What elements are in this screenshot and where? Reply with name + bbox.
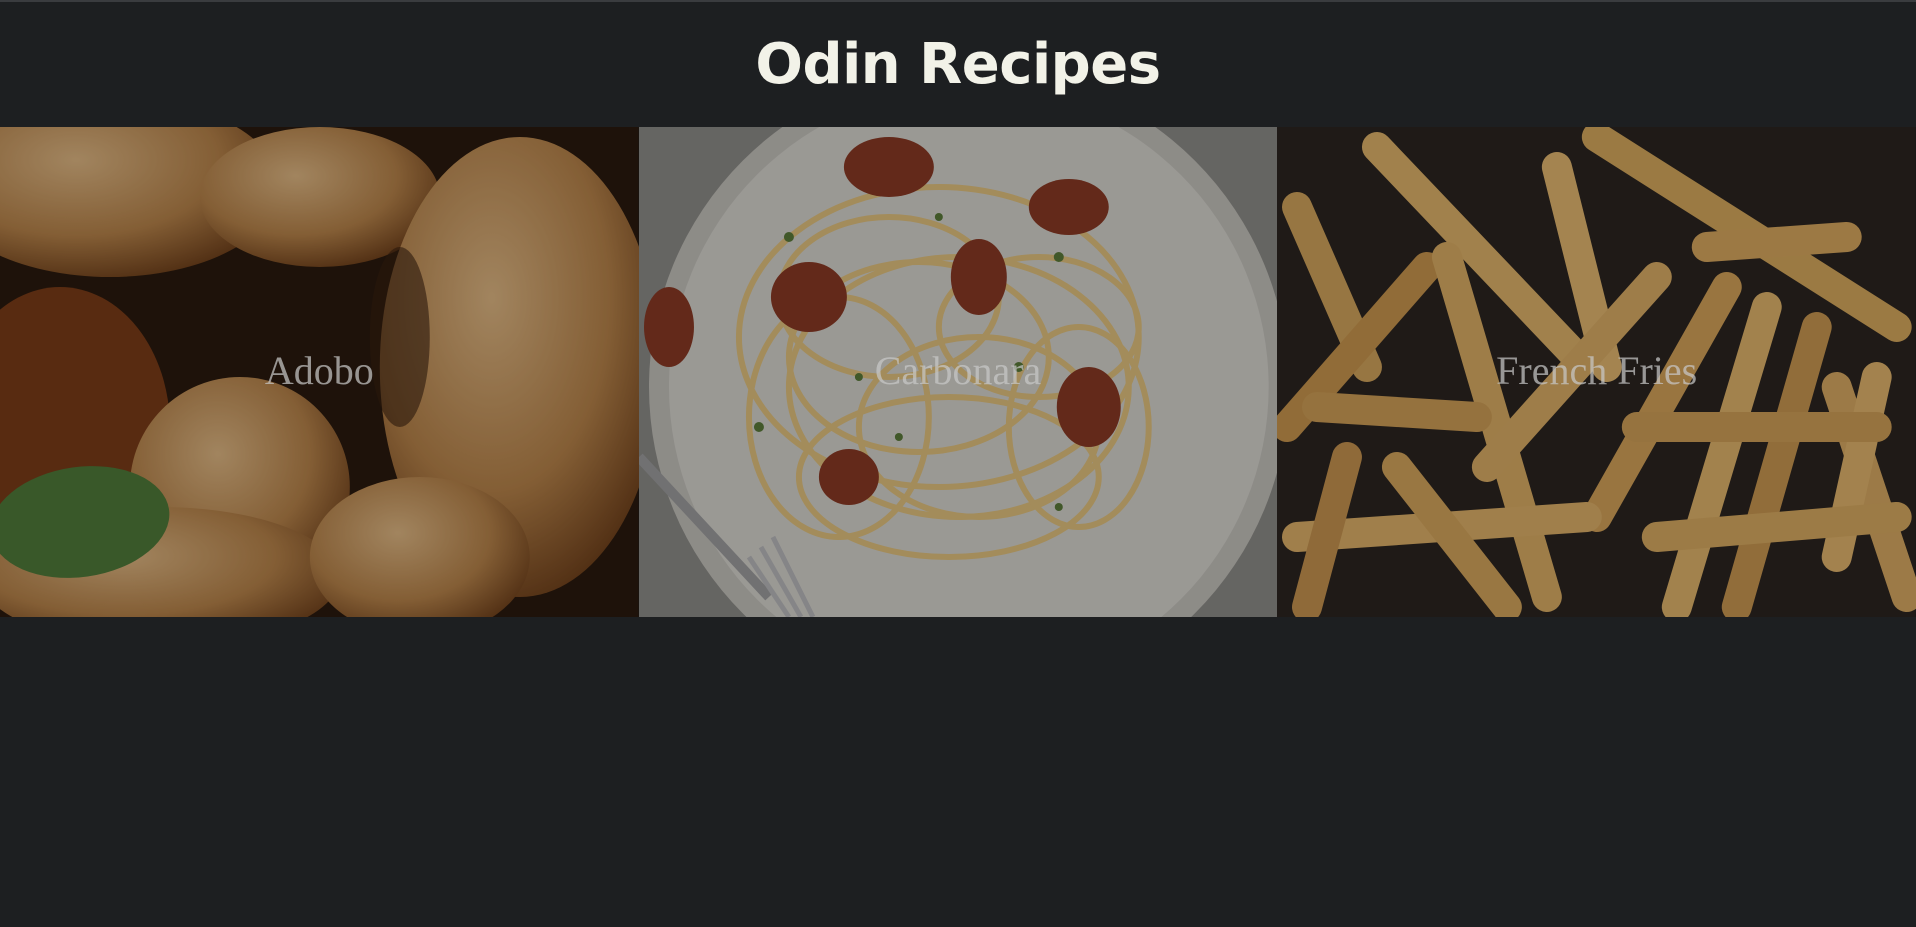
recipe-card-french-fries[interactable]: French Fries — [1277, 127, 1916, 617]
page-title: Odin Recipes — [755, 32, 1161, 97]
recipe-gallery: Adobo Carbonara French Fries — [0, 127, 1916, 617]
page-header: Odin Recipes — [0, 2, 1916, 127]
recipe-card-label: Adobo — [264, 347, 374, 393]
recipe-card-label: French Fries — [1496, 347, 1698, 393]
recipe-card-carbonara[interactable]: Carbonara — [638, 127, 1278, 617]
recipe-card-label: Carbonara — [874, 347, 1042, 393]
recipe-card-adobo[interactable]: Adobo — [0, 127, 639, 617]
